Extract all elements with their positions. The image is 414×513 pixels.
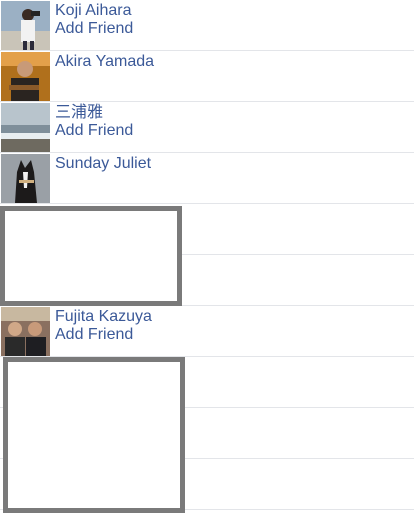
list-item[interactable]: 三浦雅 Add Friend <box>0 102 414 153</box>
friend-name[interactable]: Koji Aihara <box>55 2 133 20</box>
friend-name[interactable]: Sunday Juliet <box>55 155 151 173</box>
add-friend-link[interactable]: Add Friend <box>55 326 152 344</box>
avatar[interactable] <box>1 103 50 152</box>
list-item[interactable]: Akira Yamada <box>0 51 414 102</box>
profile-photo-icon <box>1 103 50 152</box>
profile-photo-icon <box>1 52 50 101</box>
profile-photo-icon <box>1 307 50 356</box>
image-placeholder <box>3 357 185 513</box>
profile-photo-icon <box>1 154 50 203</box>
avatar[interactable] <box>1 52 50 101</box>
list-item[interactable]: Sunday Juliet <box>0 153 414 204</box>
friend-name[interactable]: Akira Yamada <box>55 53 154 71</box>
list-item[interactable]: Fujita Kazuya Add Friend <box>0 306 414 357</box>
avatar[interactable] <box>1 154 50 203</box>
profile-photo-icon <box>1 1 50 50</box>
avatar[interactable] <box>1 1 50 50</box>
add-friend-link[interactable]: Add Friend <box>55 20 133 38</box>
friend-name[interactable]: Fujita Kazuya <box>55 308 152 326</box>
friend-name[interactable]: 三浦雅 <box>55 104 133 122</box>
add-friend-link[interactable]: Add Friend <box>55 122 133 140</box>
image-placeholder <box>0 206 182 306</box>
avatar[interactable] <box>1 307 50 356</box>
list-item[interactable]: Koji Aihara Add Friend <box>0 0 414 51</box>
